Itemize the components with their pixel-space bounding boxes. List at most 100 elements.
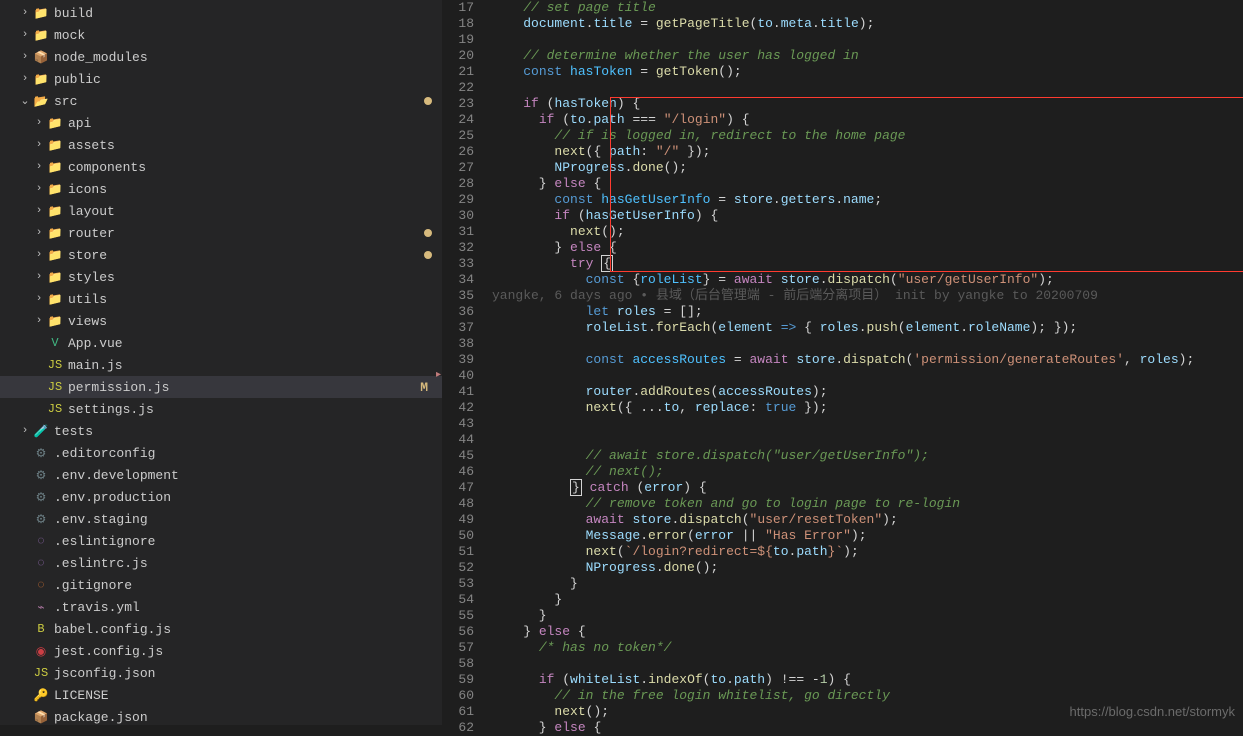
code-line[interactable]: } catch (error) { bbox=[492, 480, 1243, 496]
code-line[interactable]: } else { bbox=[492, 624, 1243, 640]
code-line[interactable]: const hasToken = getToken(); bbox=[492, 64, 1243, 80]
code-line[interactable]: next({ path: "/" }); bbox=[492, 144, 1243, 160]
tree-item-package-json[interactable]: ›📦package.json bbox=[0, 706, 442, 725]
code-line[interactable]: if (whiteList.indexOf(to.path) !== -1) { bbox=[492, 672, 1243, 688]
file-icon: ◉ bbox=[32, 644, 50, 659]
tree-item-app-vue[interactable]: ›VApp.vue bbox=[0, 332, 442, 354]
tree-item-node-modules[interactable]: ›📦node_modules bbox=[0, 46, 442, 68]
code-line[interactable]: next(`/login?redirect=${to.path}`); bbox=[492, 544, 1243, 560]
code-line[interactable]: const accessRoutes = await store.dispatc… bbox=[492, 352, 1243, 368]
code-line[interactable]: // await store.dispatch("user/getUserInf… bbox=[492, 448, 1243, 464]
tree-label: build bbox=[54, 6, 442, 21]
chevron-icon: › bbox=[18, 73, 32, 85]
tree-item--editorconfig[interactable]: ›⚙.editorconfig bbox=[0, 442, 442, 464]
tree-item-jsconfig-json[interactable]: ›JSjsconfig.json bbox=[0, 662, 442, 684]
tree-item--travis-yml[interactable]: ›⌁.travis.yml bbox=[0, 596, 442, 618]
tree-item-public[interactable]: ›📁public bbox=[0, 68, 442, 90]
code-line[interactable] bbox=[492, 336, 1243, 352]
file-icon: 📁 bbox=[32, 72, 50, 87]
code-line[interactable] bbox=[492, 416, 1243, 432]
line-number: 19 bbox=[442, 32, 474, 48]
code-line[interactable]: // if is logged in, redirect to the home… bbox=[492, 128, 1243, 144]
code-line[interactable]: const {roleList} = await store.dispatch(… bbox=[492, 272, 1243, 288]
code-line[interactable]: } bbox=[492, 576, 1243, 592]
tree-label: api bbox=[68, 116, 442, 131]
tree-item-settings-js[interactable]: ›JSsettings.js bbox=[0, 398, 442, 420]
code-line[interactable]: /* has no token*/ bbox=[492, 640, 1243, 656]
line-number: 17 bbox=[442, 0, 474, 16]
code-line[interactable]: // determine whether the user has logged… bbox=[492, 48, 1243, 64]
tree-item-babel-config-js[interactable]: ›Bbabel.config.js bbox=[0, 618, 442, 640]
tree-item-main-js[interactable]: ›JSmain.js bbox=[0, 354, 442, 376]
code-line[interactable]: roleList.forEach(element => { roles.push… bbox=[492, 320, 1243, 336]
line-number: 56 bbox=[442, 624, 474, 640]
chevron-icon: › bbox=[32, 227, 46, 239]
tree-item-license[interactable]: ›🔑LICENSE bbox=[0, 684, 442, 706]
line-number: 34 bbox=[442, 272, 474, 288]
code-line[interactable]: next({ ...to, replace: true }); bbox=[492, 400, 1243, 416]
code-line[interactable]: router.addRoutes(accessRoutes); bbox=[492, 384, 1243, 400]
file-icon: 📂 bbox=[32, 94, 50, 109]
code-line[interactable] bbox=[492, 432, 1243, 448]
code-line[interactable]: next(); bbox=[492, 224, 1243, 240]
tree-item-assets[interactable]: ›📁assets bbox=[0, 134, 442, 156]
code-line[interactable]: // next(); bbox=[492, 464, 1243, 480]
line-number: 47 bbox=[442, 480, 474, 496]
tree-item-build[interactable]: ›📁build bbox=[0, 2, 442, 24]
tree-item-src[interactable]: ⌄📂src bbox=[0, 90, 442, 112]
tree-item-components[interactable]: ›📁components bbox=[0, 156, 442, 178]
file-icon: JS bbox=[46, 358, 64, 372]
tree-item-styles[interactable]: ›📁styles bbox=[0, 266, 442, 288]
code-line[interactable] bbox=[492, 656, 1243, 672]
code-line[interactable]: } else { bbox=[492, 240, 1243, 256]
tree-item-tests[interactable]: ›🧪tests bbox=[0, 420, 442, 442]
file-icon: B bbox=[32, 622, 50, 636]
tree-item-jest-config-js[interactable]: ›◉jest.config.js bbox=[0, 640, 442, 662]
tree-item--eslintignore[interactable]: ›◌.eslintignore bbox=[0, 530, 442, 552]
code-line[interactable] bbox=[492, 32, 1243, 48]
line-number: 41 bbox=[442, 384, 474, 400]
code-line[interactable]: } else { bbox=[492, 176, 1243, 192]
code-line[interactable]: } bbox=[492, 608, 1243, 624]
code-line[interactable]: // in the free login whitelist, go direc… bbox=[492, 688, 1243, 704]
code-line[interactable]: NProgress.done(); bbox=[492, 560, 1243, 576]
code-line[interactable]: const hasGetUserInfo = store.getters.nam… bbox=[492, 192, 1243, 208]
code-editor[interactable]: 1718192021222324252627282930313233343536… bbox=[442, 0, 1243, 725]
code-line[interactable] bbox=[492, 368, 1243, 384]
tree-item--eslintrc-js[interactable]: ›◌.eslintrc.js bbox=[0, 552, 442, 574]
tree-item--env-production[interactable]: ›⚙.env.production bbox=[0, 486, 442, 508]
code-line[interactable]: if (hasToken) { bbox=[492, 96, 1243, 112]
tree-item-permission-js[interactable]: ›JSpermission.jsM bbox=[0, 376, 442, 398]
code-line[interactable]: NProgress.done(); bbox=[492, 160, 1243, 176]
tree-item-utils[interactable]: ›📁utils bbox=[0, 288, 442, 310]
code-line[interactable]: try { bbox=[492, 256, 1243, 272]
line-number: 60 bbox=[442, 688, 474, 704]
tree-item-store[interactable]: ›📁store bbox=[0, 244, 442, 266]
code-line[interactable]: // set page title bbox=[492, 0, 1243, 16]
tree-item--env-staging[interactable]: ›⚙.env.staging bbox=[0, 508, 442, 530]
line-number: 22 bbox=[442, 80, 474, 96]
file-explorer[interactable]: ›📁build›📁mock›📦node_modules›📁public⌄📂src… bbox=[0, 0, 442, 725]
code-line[interactable]: let roles = []; bbox=[492, 304, 1243, 320]
code-line[interactable] bbox=[492, 80, 1243, 96]
code-line[interactable]: document.title = getPageTitle(to.meta.ti… bbox=[492, 16, 1243, 32]
tree-item-layout[interactable]: ›📁layout bbox=[0, 200, 442, 222]
tree-item--env-development[interactable]: ›⚙.env.development bbox=[0, 464, 442, 486]
tree-item-icons[interactable]: ›📁icons bbox=[0, 178, 442, 200]
tree-item-views[interactable]: ›📁views bbox=[0, 310, 442, 332]
file-icon: JS bbox=[46, 380, 64, 394]
code-line[interactable]: if (hasGetUserInfo) { bbox=[492, 208, 1243, 224]
code-area[interactable]: // set page title document.title = getPa… bbox=[492, 0, 1243, 725]
code-line[interactable]: if (to.path === "/login") { bbox=[492, 112, 1243, 128]
tree-item--gitignore[interactable]: ›◌.gitignore bbox=[0, 574, 442, 596]
code-line[interactable]: } bbox=[492, 592, 1243, 608]
tree-item-mock[interactable]: ›📁mock bbox=[0, 24, 442, 46]
code-line[interactable]: } else { bbox=[492, 720, 1243, 736]
tree-item-router[interactable]: ›📁router bbox=[0, 222, 442, 244]
code-line[interactable]: Message.error(error || "Has Error"); bbox=[492, 528, 1243, 544]
code-line[interactable]: await store.dispatch("user/resetToken"); bbox=[492, 512, 1243, 528]
code-line[interactable]: // remove token and go to login page to … bbox=[492, 496, 1243, 512]
code-line[interactable]: yangke, 6 days ago • 县域（后台管理端 - 前后端分离项目）… bbox=[492, 288, 1243, 304]
file-icon: 🔑 bbox=[32, 688, 50, 703]
tree-item-api[interactable]: ›📁api bbox=[0, 112, 442, 134]
